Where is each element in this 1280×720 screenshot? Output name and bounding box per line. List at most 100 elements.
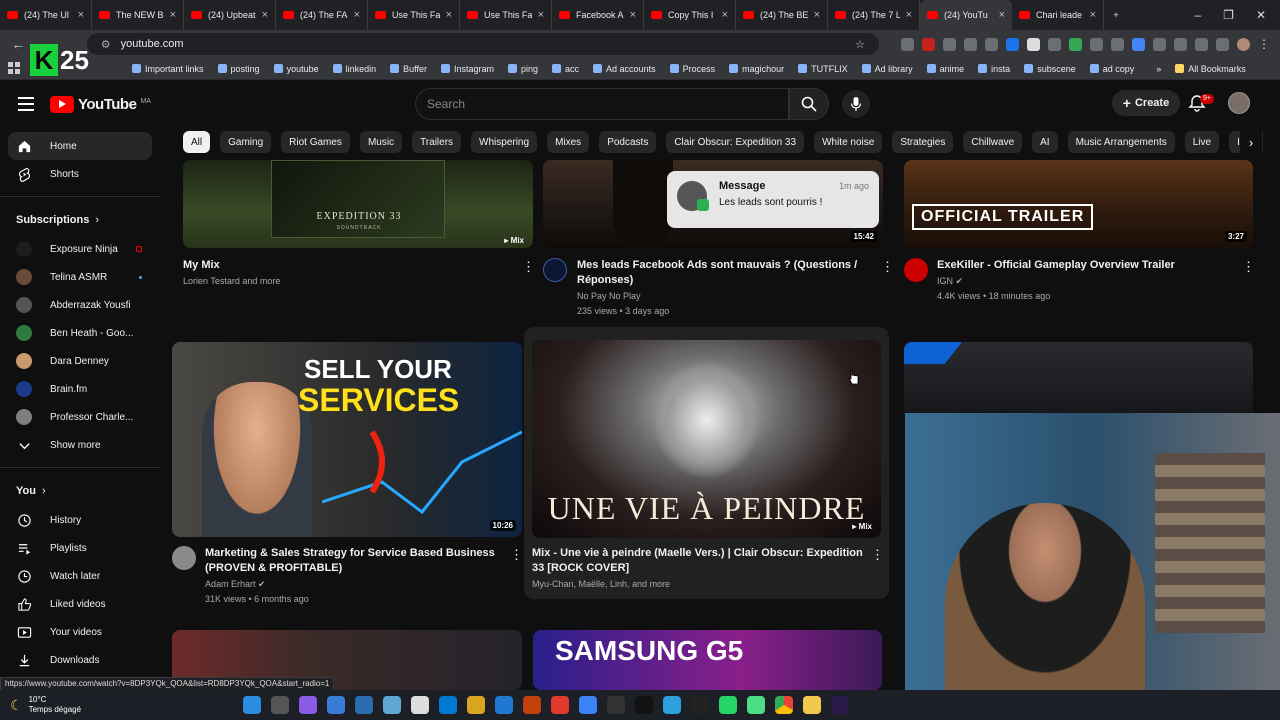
menu-icon[interactable] [18,97,34,111]
video-hover-card[interactable]: UNE VIE À PEINDRE ▸ Mix Mix - Une vie à … [524,327,889,599]
back-icon[interactable]: ← [10,36,27,52]
browser-tab[interactable]: (24) Upbeat × [184,0,276,30]
bookmark-item[interactable]: TUTFLIX [798,64,848,74]
account-avatar[interactable] [1228,92,1250,114]
voice-search-button[interactable] [842,90,870,118]
more-options-icon[interactable]: ⋮ [522,260,535,274]
extension-icon[interactable] [1111,37,1124,51]
extension-icon[interactable] [1132,37,1145,51]
video-thumbnail[interactable]: SELL YOUR SERVICES 10:26 [172,342,522,537]
close-tab-icon[interactable]: × [999,9,1005,21]
youtube-logo[interactable]: YouTube MA [50,95,151,113]
app-icon[interactable] [495,696,513,714]
sidebar-item-liked-videos[interactable]: Liked videos [0,590,160,618]
close-tab-icon[interactable]: × [630,9,636,21]
app-icon[interactable] [327,696,345,714]
close-tab-icon[interactable]: × [722,9,728,21]
extension-icon[interactable] [901,37,914,51]
filter-chip[interactable]: Mixes [547,131,590,153]
filter-chip[interactable]: Strategies [892,131,954,153]
you-heading[interactable]: You › [0,476,160,506]
video-channel[interactable]: Adam Erhart ✔ [205,577,266,592]
start-icon[interactable] [243,696,261,714]
subscription-item[interactable]: Dara Denney [0,347,160,375]
video-channel[interactable]: Myu-Chan, Maëlle, Linh, and more [532,577,670,592]
bookmarks-overflow[interactable]: » [1156,64,1161,74]
video-title[interactable]: ExeKiller - Official Gameplay Overview T… [937,258,1237,273]
new-tab-button[interactable]: + [1104,0,1128,30]
bookmark-item[interactable]: acc [552,64,579,74]
video-thumbnail[interactable]: EXPEDITION 33 SOUNDTRACK ▸ Mix [183,160,533,248]
browser-tab[interactable]: Copy This I × [644,0,736,30]
bookmark-item[interactable]: Process [669,64,715,74]
extension-icon[interactable] [1216,37,1229,51]
close-tab-icon[interactable]: × [1090,9,1096,21]
extension-icon[interactable] [1090,37,1103,51]
sidebar-item-watch-later[interactable]: Watch later [0,562,160,590]
subscription-item[interactable]: Professor Charle... [0,403,160,431]
extension-icon[interactable] [1174,37,1187,51]
app-icon[interactable] [467,696,485,714]
close-tab-icon[interactable]: × [170,9,176,21]
app-icon[interactable] [747,696,765,714]
subscription-item[interactable]: Abderrazak Yousfi [0,291,160,319]
extension-icon[interactable] [1069,37,1082,51]
browser-tab[interactable]: The NEW B × [92,0,184,30]
browser-tab[interactable]: Chari leade × [1012,0,1104,30]
telegram-icon[interactable] [663,696,681,714]
copilot-icon[interactable] [299,696,317,714]
subscription-item[interactable]: Ben Heath - Goo... [0,319,160,347]
app-icon[interactable] [691,696,709,714]
filter-chip[interactable]: All [183,131,211,153]
app-icon[interactable] [579,696,597,714]
video-channel[interactable]: No Pay No Play [577,289,641,304]
close-tab-icon[interactable]: × [78,9,84,21]
app-icon[interactable] [551,696,569,714]
more-options-icon[interactable]: ⋮ [881,260,894,274]
subscriptions-heading[interactable]: Subscriptions › [0,205,160,235]
bookmark-item[interactable]: ping [508,64,538,74]
premiere-icon[interactable] [831,696,849,714]
extension-icon[interactable] [964,37,977,51]
bookmark-item[interactable]: subscene [1024,64,1076,74]
url-field[interactable]: ⚙ youtube.com ☆ [86,33,879,55]
sidebar-item-shorts[interactable]: Shorts [0,160,160,188]
message-notification[interactable]: Message 1m ago Les leads sont pourris ! [667,171,879,228]
sidebar-item-downloads[interactable]: Downloads [0,646,160,674]
extension-icon[interactable] [985,37,998,51]
close-tab-icon[interactable]: × [446,9,452,21]
video-thumbnail[interactable]: UNE VIE À PEINDRE ▸ Mix [532,340,881,538]
filter-chip[interactable]: Music [359,131,403,153]
filter-chip[interactable]: Music Arrangements [1067,131,1175,153]
channel-avatar[interactable] [904,258,928,282]
extension-icon[interactable] [1195,37,1208,51]
close-tab-icon[interactable]: × [262,9,268,21]
video-title[interactable]: My Mix [183,258,503,273]
channel-avatar[interactable] [172,546,196,570]
bookmark-star-icon[interactable]: ☆ [855,38,865,51]
app-icon[interactable] [355,696,373,714]
search-input[interactable]: Search [415,88,789,120]
filter-chip[interactable]: AI [1032,131,1058,153]
app-icon[interactable] [523,696,541,714]
more-options-icon[interactable]: ⋮ [1242,260,1255,274]
video-title[interactable]: Marketing & Sales Strategy for Service B… [205,546,505,576]
bookmark-item[interactable]: ad copy [1089,64,1134,74]
filter-chip[interactable]: Riot Games [281,131,350,153]
subscription-item[interactable]: Telina ASMR [0,263,160,291]
video-thumbnail[interactable]: OFFICIAL TRAILER 3:27 [904,160,1253,248]
close-tab-icon[interactable]: × [906,9,912,21]
video-title[interactable]: Mes leads Facebook Ads sont mauvais ? (Q… [577,258,867,288]
maximize-icon[interactable]: ❐ [1223,8,1234,22]
extension-icon[interactable] [1006,37,1019,51]
video-thumbnail[interactable] [904,342,1253,414]
sidebar-item-history[interactable]: History [0,506,160,534]
browser-tab[interactable]: Use This Fa × [460,0,552,30]
subscription-item[interactable]: Brain.fm [0,375,160,403]
video-title[interactable]: Mix - Une vie à peindre (Maelle Vers.) |… [532,546,867,576]
filter-chip[interactable]: Chillwave [963,131,1023,153]
bookmark-item[interactable]: Ad library [861,64,913,74]
apps-icon[interactable] [8,62,20,74]
chevron-right-icon[interactable]: › [1240,131,1262,153]
bookmark-item[interactable]: linkedin [332,64,376,74]
